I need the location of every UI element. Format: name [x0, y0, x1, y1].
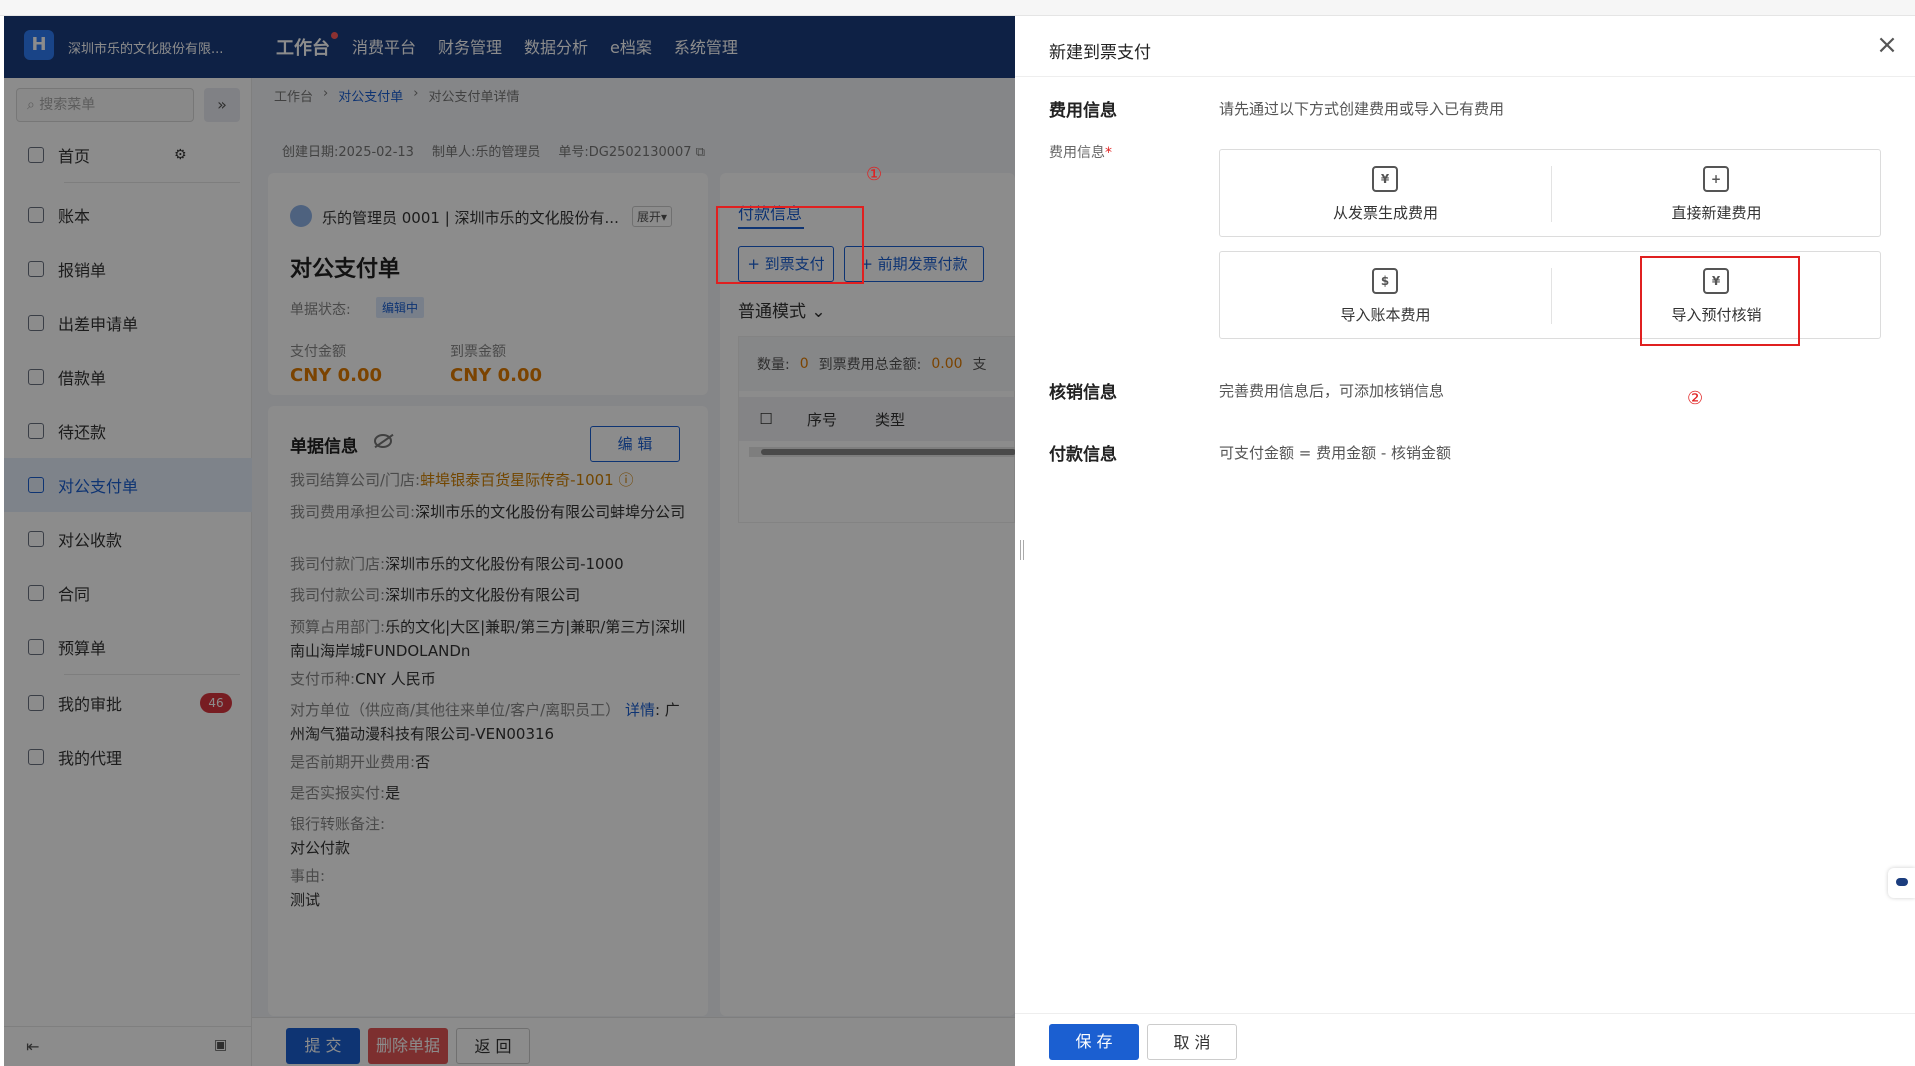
fee-hint: 请先通过以下方式创建费用或导入已有费用	[1219, 100, 1505, 118]
close-icon[interactable]: ×	[1875, 32, 1899, 58]
drawer-footer-divider	[1015, 1013, 1915, 1014]
pay-hint: 可支付金额 = 费用金额 - 核销金额	[1219, 444, 1452, 462]
drawer-title: 新建到票支付	[1049, 43, 1151, 63]
new-payment-drawer: 新建到票支付 × 费用信息 请先通过以下方式创建费用或导入已有费用 费用信息* …	[1015, 16, 1915, 1066]
fee-field-label: 费用信息*	[1049, 145, 1112, 161]
modal-mask[interactable]	[4, 16, 1015, 1066]
invoice-icon: ¥	[1372, 166, 1398, 192]
highlight-box-2	[1640, 256, 1800, 346]
import-ledger-option[interactable]: $ 导入账本费用	[1220, 252, 1551, 338]
annotation-one: ①	[866, 164, 883, 185]
verify-section-title: 核销信息	[1049, 383, 1117, 403]
ledger-icon: $	[1372, 268, 1398, 294]
fee-options-row-1: ¥ 从发票生成费用 + 直接新建费用	[1219, 149, 1881, 237]
drawer-resize-handle[interactable]	[1020, 540, 1024, 560]
file-add-icon: +	[1703, 166, 1729, 192]
save-button[interactable]: 保 存	[1049, 1024, 1139, 1060]
pay-section-title: 付款信息	[1049, 445, 1117, 465]
from-invoice-option[interactable]: ¥ 从发票生成费用	[1220, 150, 1551, 236]
floating-assistant-icon[interactable]	[1888, 868, 1915, 898]
drawer-divider	[1015, 76, 1915, 77]
annotation-two: ②	[1687, 388, 1704, 409]
fee-section-title: 费用信息	[1049, 101, 1117, 121]
highlight-box-1	[716, 206, 864, 284]
verify-hint: 完善费用信息后，可添加核销信息	[1219, 382, 1445, 400]
new-fee-option[interactable]: + 直接新建费用	[1551, 150, 1882, 236]
browser-toolbar	[0, 0, 1915, 16]
cancel-button[interactable]: 取 消	[1147, 1024, 1237, 1060]
